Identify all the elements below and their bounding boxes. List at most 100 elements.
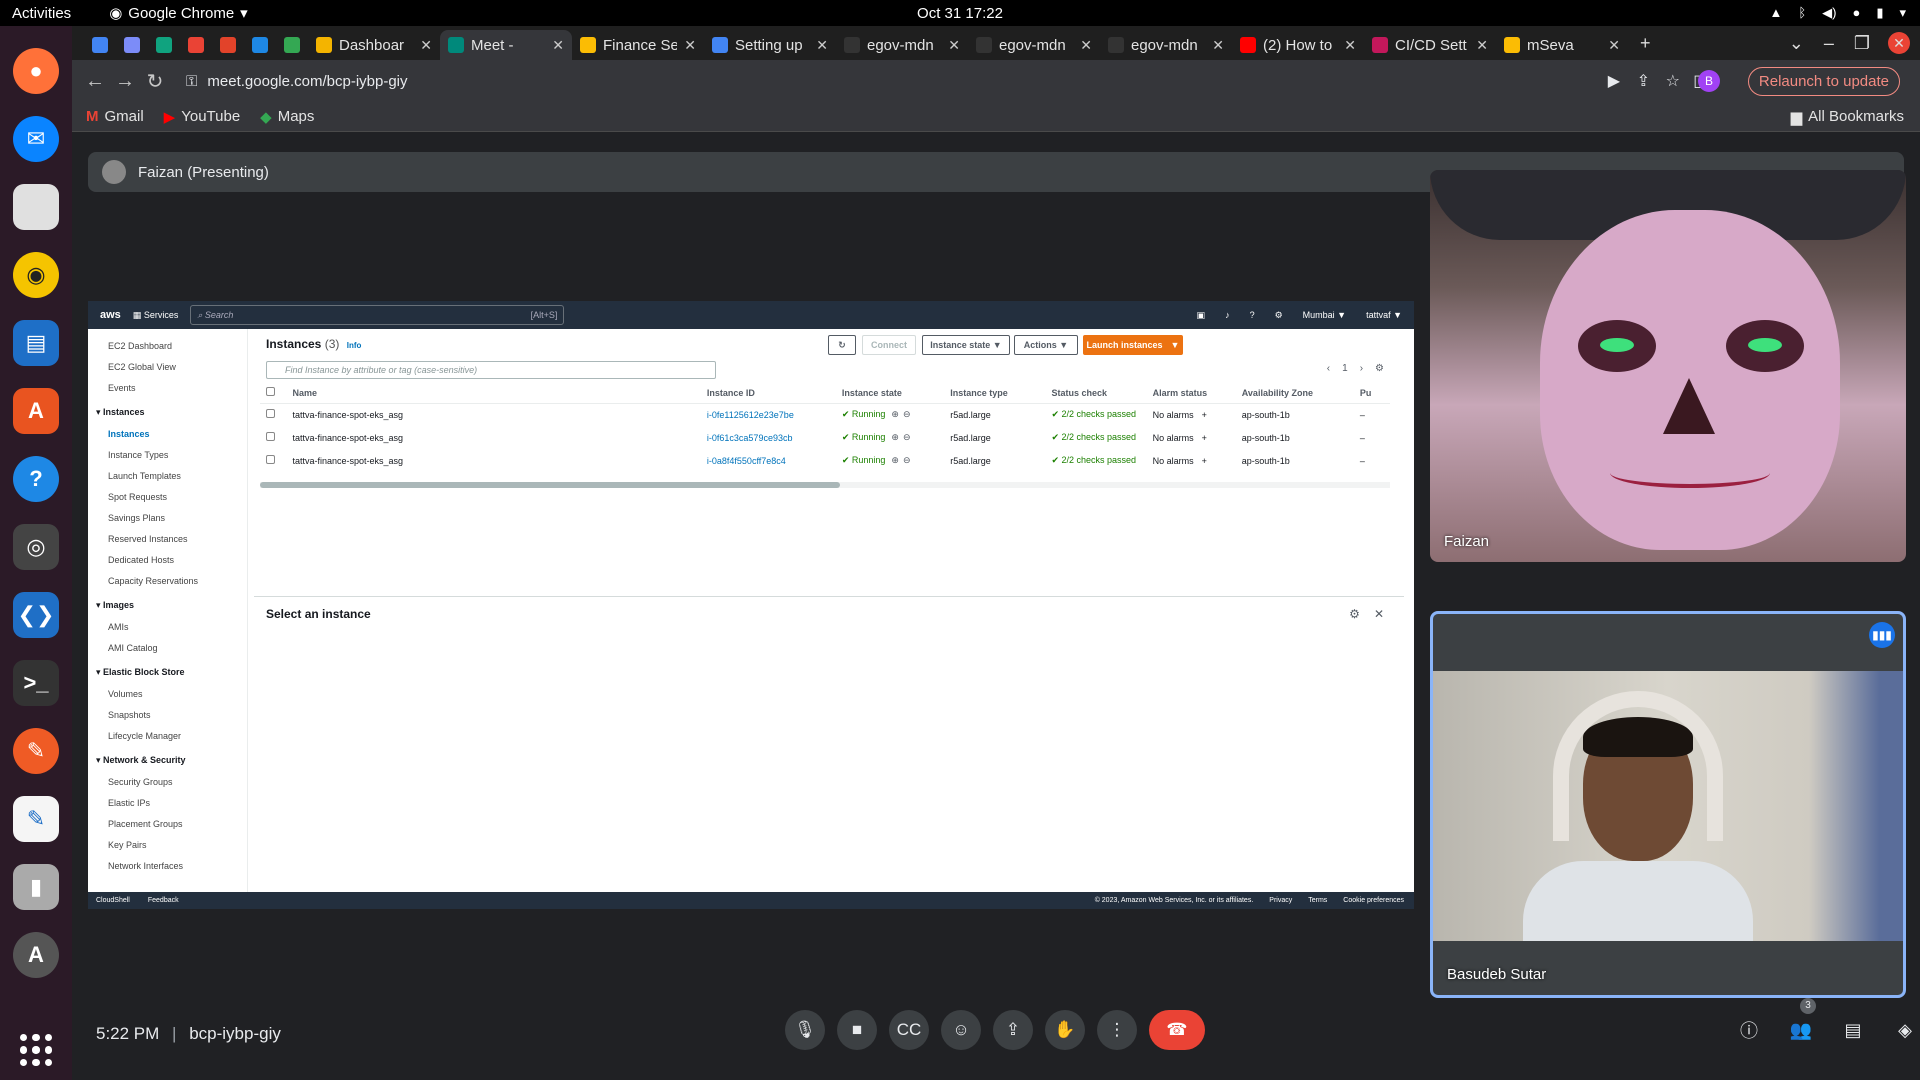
sidebar-item: Spot Requests [108,492,168,502]
reactions-button[interactable]: ☺ [941,1010,981,1050]
tab[interactable] [180,30,212,60]
check-circle-icon: ✔ [841,455,852,465]
tab-search-icon[interactable]: ⌄ [1789,33,1804,54]
chrome-icon: ◉ [109,5,123,22]
help-icon[interactable]: ? [13,456,59,502]
system-tray[interactable]: ▲ ᛒ ◀) ● ▮ ▾ [1769,5,1906,21]
close-tab-icon[interactable]: ✕ [1080,37,1092,54]
profile-avatar[interactable]: B [1698,70,1720,92]
star-icon[interactable]: ☆ [1666,71,1680,91]
close-window-icon[interactable]: ✕ [1888,32,1910,54]
close-tab-icon[interactable]: ✕ [684,37,696,54]
vscode-icon[interactable]: ❮❯ [13,592,59,638]
microphone-button[interactable]: 🎙 [785,1010,825,1050]
tab[interactable]: mSeva ✕ [1496,30,1628,60]
launch-instances-button: Launch instances ▼ [1083,335,1183,355]
tab[interactable]: (2) How to ✕ [1232,30,1364,60]
favicon-icon [712,37,728,53]
hang-up-icon: ☎ [1166,1020,1188,1039]
tab[interactable]: Finance Se ✕ [572,30,704,60]
chat-icon: ▤ [1844,1019,1862,1040]
close-tab-icon[interactable]: ✕ [1212,37,1224,54]
services-label: Services [143,309,179,320]
leave-call-button[interactable]: ☎ [1149,1010,1205,1050]
files-icon[interactable] [13,184,59,230]
refresh-button: ↻ [828,335,856,355]
tab[interactable]: Meet - ✕ [440,30,572,60]
close-tab-icon[interactable]: ✕ [552,37,564,54]
tab[interactable]: egov-mdn ✕ [836,30,968,60]
column-header: Instance state [835,383,945,404]
reload-icon[interactable]: ↻ [140,69,170,94]
people-button[interactable]: 👥 3 [1786,998,1816,1050]
close-tab-icon[interactable]: ✕ [1476,37,1488,54]
rhythmbox-icon[interactable]: ◉ [13,252,59,298]
tab[interactable] [116,30,148,60]
relaunch-button[interactable]: Relaunch to update [1747,66,1900,96]
all-bookmarks-button[interactable]: ▆ All Bookmarks [1791,108,1904,126]
app-menu[interactable]: ◉ Google Chrome ▾ [109,4,248,23]
participant-tile-faizan[interactable]: Faizan [1430,170,1906,562]
archive-icon[interactable]: ▮ [13,864,59,910]
activities-button[interactable]: ◈ [1890,1010,1920,1050]
camera-button[interactable]: ■ [837,1010,877,1050]
tab[interactable]: Setting up ✕ [704,30,836,60]
tab[interactable]: CI/CD Sett ✕ [1364,30,1496,60]
address-bar[interactable]: ⚿ meet.google.com/bcp-iybp-giy [180,65,1560,97]
close-tab-icon[interactable]: ✕ [420,37,432,54]
site-info-icon[interactable]: ⚿ [186,73,197,90]
gear-icon: ⚙ [1274,309,1283,320]
show-apps-icon[interactable] [20,1034,52,1066]
check-circle-icon: ✔ [841,432,852,442]
camera-icon[interactable]: ▶ [1608,71,1620,91]
text-editor-icon[interactable]: ✎ [13,796,59,842]
postman-icon[interactable]: ✎ [13,728,59,774]
bookmark-gmail[interactable]: M Gmail [86,108,144,125]
thunderbird-icon[interactable]: ✉ [13,116,59,162]
favicon-icon [316,37,332,53]
tab[interactable] [148,30,180,60]
terminal-icon[interactable]: >_ [13,660,59,706]
captions-button[interactable]: CC [889,1010,929,1050]
services-menu: ▦ Services [133,310,179,321]
writer-icon[interactable]: ▤ [13,320,59,366]
activities-button[interactable]: Activities [12,5,71,22]
alarm-status: No alarms + [1147,449,1236,472]
share-icon[interactable]: ⇪ [1637,71,1650,91]
status-label: 2/2 checks passed [1061,455,1137,465]
software-icon[interactable]: A [13,388,59,434]
bookmark-maps[interactable]: ◆ Maps [260,108,314,126]
meeting-details-button[interactable]: ⓘ [1734,1010,1764,1050]
bookmark-youtube[interactable]: ▶ YouTube [164,108,241,126]
close-tab-icon[interactable]: ✕ [816,37,828,54]
restore-icon[interactable]: ❐ [1854,33,1870,54]
tab[interactable]: egov-mdn ✕ [1100,30,1232,60]
raise-hand-button[interactable]: ✋ [1045,1010,1085,1050]
close-tab-icon[interactable]: ✕ [948,37,960,54]
present-button[interactable]: ⇪ [993,1010,1033,1050]
app-updater-icon[interactable]: A [13,932,59,978]
participant-tile-basudeb[interactable]: ▮▮▮ Basudeb Sutar [1430,611,1906,998]
terms-link: Terms [1308,897,1328,904]
region-selector: Mumbai ▼ [1302,309,1347,320]
tab[interactable] [212,30,244,60]
tab[interactable]: Dashboar ✕ [308,30,440,60]
back-icon[interactable]: ← [80,70,110,93]
clock[interactable]: Oct 31 17:22 [917,5,1003,22]
tab[interactable]: egov-mdn ✕ [968,30,1100,60]
more-options-button[interactable]: ⋮ [1097,1010,1137,1050]
firefox-icon[interactable]: ● [13,48,59,94]
tab[interactable] [276,30,308,60]
minimize-icon[interactable]: – [1824,33,1834,54]
close-tab-icon[interactable]: ✕ [1608,37,1620,54]
section-title: Instances [103,407,145,417]
chat-button[interactable]: ▤ [1838,1010,1868,1050]
sidebar-item: Launch Templates [108,471,181,481]
instance-state-button: Instance state ▼ [922,335,1010,355]
close-tab-icon[interactable]: ✕ [1344,37,1356,54]
tab[interactable] [84,30,116,60]
new-tab-button[interactable]: + [1640,33,1651,54]
forward-icon[interactable]: → [110,70,140,93]
tab[interactable] [244,30,276,60]
chrome-icon[interactable]: ◎ [13,524,59,570]
